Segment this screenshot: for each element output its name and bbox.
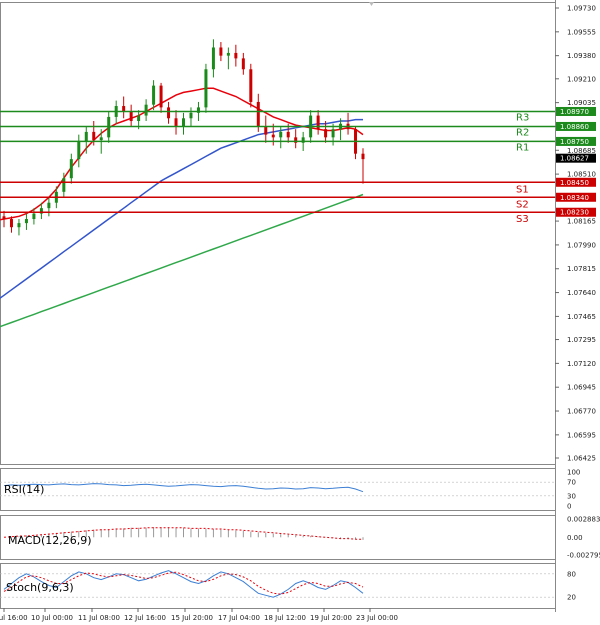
candle-body — [24, 219, 28, 224]
price-tick-label: 1.07815 — [567, 265, 596, 273]
candle-body — [69, 159, 73, 179]
price-tick-label: 1.08685 — [567, 147, 596, 155]
level-tag: 1.08750 — [560, 138, 589, 146]
level-label-s1: S1 — [516, 184, 529, 195]
rsi-tick-label: 70 — [567, 479, 576, 487]
candle-body — [331, 129, 335, 138]
candle-body — [204, 69, 208, 108]
candle-body — [2, 216, 6, 220]
x-tick-label: 23 Jul 00:00 — [356, 614, 398, 622]
price-tick-label: 1.07295 — [567, 336, 596, 344]
price-tick-label: 1.08165 — [567, 218, 596, 226]
candle-body — [62, 178, 66, 192]
price-tick-label: 1.07465 — [567, 313, 596, 321]
level-tag: 1.08450 — [560, 179, 589, 187]
price-tick-label: 1.06595 — [567, 431, 596, 439]
x-tick-label: 19 Jul 20:00 — [310, 614, 352, 622]
candle-body — [324, 129, 328, 138]
macd-tick-label: 0.00 — [567, 534, 583, 542]
price-tick-label: 1.06425 — [567, 455, 596, 463]
candle-body — [241, 58, 245, 70]
rsi-tick-label: 0 — [567, 503, 571, 511]
x-tick-label: 9 Jul 16:00 — [0, 614, 28, 622]
candle-body — [279, 131, 283, 138]
level-tag: 1.08230 — [560, 209, 589, 217]
stoch-title: Stoch(9,6,3) — [6, 581, 74, 594]
level-tag: 1.08970 — [560, 108, 589, 116]
level-label-r3: R3 — [516, 112, 529, 123]
rsi-tick-label: 30 — [567, 492, 576, 500]
price-tick-label: 1.09555 — [567, 28, 596, 36]
candle-body — [92, 131, 96, 141]
level-label-s3: S3 — [516, 214, 529, 225]
candle-body — [47, 202, 51, 209]
price-tick-label: 1.06945 — [567, 384, 596, 392]
candle-body — [226, 52, 230, 56]
candle-body — [122, 106, 126, 112]
candle-body — [32, 213, 36, 220]
candle-body — [77, 141, 81, 160]
candle-body — [159, 85, 163, 108]
level-label-s2: S2 — [516, 199, 529, 210]
candle-body — [84, 131, 88, 142]
candle-body — [17, 223, 21, 228]
price-tick-label: 1.08510 — [567, 171, 596, 179]
price-tick-label: 1.07120 — [567, 360, 596, 368]
rsi-title: RSI(14) — [4, 483, 44, 496]
candle-body — [129, 111, 133, 122]
level-label-r2: R2 — [516, 127, 529, 138]
forex-chart: 1.09730 1.09555 1.09380 1.09210 1.09035 1.088… — [0, 0, 600, 625]
candle-body — [219, 47, 223, 56]
x-tick-label: 18 Jul 12:00 — [264, 614, 306, 622]
level-tag: 1.08860 — [560, 123, 589, 131]
x-tick-label: 17 Jul 04:00 — [218, 614, 260, 622]
candle-body — [286, 131, 290, 138]
candle-body — [264, 126, 268, 135]
level-tag: 1.08340 — [560, 194, 589, 202]
candle — [249, 63, 253, 108]
candle — [204, 63, 208, 113]
price-tick-label: 1.07990 — [567, 241, 596, 249]
stoch-tick-label: 80 — [567, 570, 576, 578]
candle-body — [256, 101, 260, 127]
price-tick-label: 1.09380 — [567, 52, 596, 60]
x-tick-label: 12 Jul 16:00 — [124, 614, 166, 622]
macd-tick-label: 0.002883 — [567, 515, 600, 523]
price-tick-label: 1.09730 — [567, 5, 596, 13]
candle-body — [182, 118, 185, 127]
candle-body — [361, 153, 365, 160]
rsi-tick-label: 100 — [567, 469, 580, 477]
candle-body — [174, 118, 178, 127]
price-tick-label: 1.06770 — [567, 408, 596, 416]
candle-body — [152, 85, 156, 105]
candle-body — [137, 115, 141, 122]
macd-tick-label: -0.002795 — [567, 552, 600, 560]
candle-body — [211, 47, 215, 70]
x-tick-label: 10 Jul 00:00 — [31, 614, 73, 622]
candle-body — [167, 107, 171, 119]
stoch-tick-label: 20 — [567, 594, 576, 602]
candle-body — [99, 137, 103, 141]
candle-body — [234, 52, 238, 59]
candle-body — [249, 69, 253, 102]
last-price-tag: 1.08627 — [560, 155, 589, 163]
candle-body — [189, 112, 193, 119]
candle-body — [9, 219, 13, 228]
price-tick-label: 1.09210 — [567, 75, 596, 83]
macd-title: MACD(12,26,9) — [8, 534, 92, 547]
candle-body — [271, 134, 275, 138]
x-tick-label: 11 Jul 08:00 — [78, 614, 120, 622]
price-tick-label: 1.07640 — [567, 289, 596, 297]
price-tick-label: 1.09035 — [567, 99, 596, 107]
x-tick-label: 15 Jul 20:00 — [171, 614, 213, 622]
level-label-r1: R1 — [516, 142, 529, 153]
candle-body — [144, 104, 148, 116]
